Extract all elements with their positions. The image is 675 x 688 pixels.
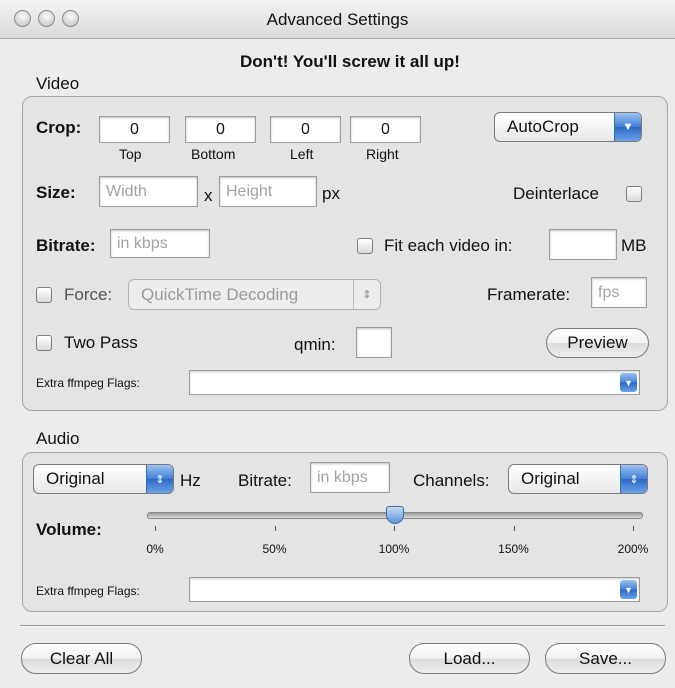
video-extra-flags-combo[interactable]: ▼	[189, 370, 640, 395]
fit-video-unit: MB	[621, 236, 647, 255]
video-bitrate-field[interactable]: in kbps	[110, 229, 210, 258]
volume-tick-mark	[274, 526, 276, 531]
crop-bottom-label: Bottom	[191, 146, 236, 162]
preview-button[interactable]: Preview	[546, 328, 649, 358]
video-bitrate-placeholder: in kbps	[117, 234, 168, 252]
volume-tick-label: 0%	[146, 542, 164, 556]
audio-extra-flags-label: Extra ffmpeg Flags:	[36, 584, 140, 598]
stepper-arrows-icon: ⇕	[353, 280, 380, 309]
volume-label: Volume:	[36, 520, 102, 539]
popup-arrow-icon: ▼	[614, 113, 641, 141]
crop-left-field[interactable]: 0	[270, 116, 341, 143]
volume-tick-mark	[394, 526, 395, 531]
width-field[interactable]: Width	[99, 176, 198, 207]
force-checkbox[interactable]	[36, 287, 52, 303]
two-pass-label: Two Pass	[64, 333, 138, 352]
audio-bitrate-placeholder: in kbps	[317, 468, 368, 486]
volume-tick-label: 200%	[617, 542, 649, 556]
video-section-label: Video	[36, 74, 80, 93]
autocrop-popup-label: AutoCrop	[507, 117, 579, 136]
two-pass-checkbox[interactable]	[36, 335, 52, 351]
crop-label: Crop:	[36, 118, 82, 137]
warning-text: Don't! You'll screw it all up!	[240, 52, 460, 71]
deinterlace-label: Deinterlace	[513, 184, 599, 203]
crop-top-label: Top	[119, 146, 142, 162]
title-bar[interactable]: Advanced Settings	[0, 0, 675, 39]
audio-samplerate-selected: Original	[46, 469, 105, 488]
channels-selected: Original	[521, 469, 580, 488]
qmin-label: qmin:	[294, 335, 336, 354]
deinterlace-checkbox[interactable]	[626, 186, 642, 202]
crop-top-field[interactable]: 0	[99, 116, 170, 143]
video-extra-flags-label: Extra ffmpeg Flags:	[36, 376, 140, 390]
stepper-arrows-icon: ⇕	[620, 465, 647, 493]
volume-tick-mark	[513, 526, 515, 531]
combo-arrow-icon[interactable]: ▼	[620, 580, 637, 599]
force-decoder-popup[interactable]: QuickTime Decoding ⇕	[128, 279, 381, 310]
height-placeholder: Height	[226, 182, 273, 200]
audio-samplerate-popup[interactable]: Original ⇕	[33, 464, 174, 494]
save-button[interactable]: Save...	[545, 643, 666, 674]
video-bitrate-label: Bitrate:	[36, 236, 96, 255]
audio-bitrate-field[interactable]: in kbps	[310, 462, 390, 493]
stepper-arrows-icon: ⇕	[146, 465, 173, 493]
fit-video-label: Fit each video in:	[384, 236, 513, 255]
size-label: Size:	[36, 183, 76, 202]
audio-samplerate-unit: Hz	[180, 471, 201, 490]
volume-tick-mark	[633, 526, 634, 531]
size-unit: px	[322, 184, 340, 203]
audio-section-label: Audio	[36, 429, 80, 448]
crop-right-field[interactable]: 0	[350, 116, 421, 143]
channels-popup[interactable]: Original ⇕	[508, 464, 648, 494]
qmin-field[interactable]	[356, 327, 392, 358]
volume-tick-mark	[155, 526, 156, 531]
crop-left-label: Left	[290, 146, 314, 162]
load-button[interactable]: Load...	[409, 643, 530, 674]
window-title: Advanced Settings	[266, 10, 409, 29]
autocrop-popup[interactable]: AutoCrop ▼	[494, 112, 642, 142]
combo-arrow-icon[interactable]: ▼	[620, 373, 637, 392]
size-separator: x	[204, 186, 213, 205]
height-field[interactable]: Height	[219, 176, 317, 207]
volume-slider-thumb[interactable]	[386, 506, 404, 524]
audio-bitrate-label: Bitrate:	[238, 471, 292, 490]
force-label: Force:	[64, 285, 113, 304]
framerate-field[interactable]: fps	[591, 277, 647, 308]
framerate-label: Framerate:	[487, 285, 571, 304]
audio-extra-flags-combo[interactable]: ▼	[189, 577, 640, 602]
volume-tick-label: 100%	[378, 542, 410, 556]
crop-right-label: Right	[366, 146, 399, 162]
fit-video-size-field[interactable]	[549, 229, 617, 260]
fit-video-checkbox[interactable]	[357, 238, 373, 254]
force-decoder-selected: QuickTime Decoding	[141, 284, 299, 304]
volume-tick-label: 150%	[498, 542, 529, 556]
channels-label: Channels:	[413, 471, 490, 490]
clear-all-button[interactable]: Clear All	[21, 643, 142, 674]
width-placeholder: Width	[106, 182, 147, 200]
crop-bottom-field[interactable]: 0	[185, 116, 256, 143]
bottom-separator	[20, 625, 665, 627]
framerate-placeholder: fps	[598, 283, 620, 301]
volume-tick-label: 50%	[262, 542, 287, 556]
